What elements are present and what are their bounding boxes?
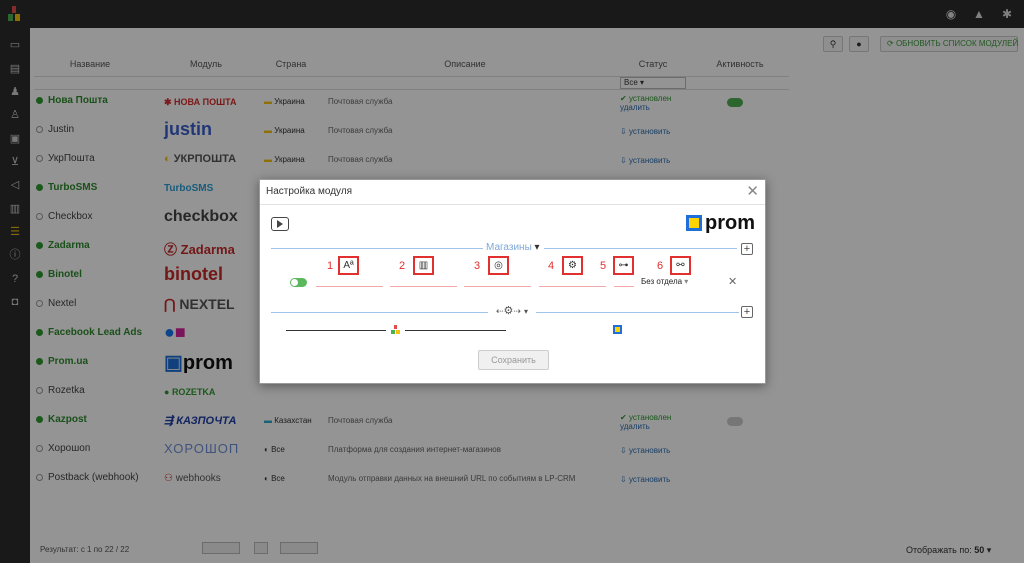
bank-field-icon[interactable]: ▥ bbox=[413, 256, 434, 275]
marker-number: 3 bbox=[474, 260, 481, 272]
arrow-right-icon: ⇢ bbox=[513, 306, 521, 316]
api-key-input[interactable] bbox=[614, 286, 634, 287]
section-divider bbox=[536, 312, 739, 313]
department-select[interactable]: Без отдела ▾ bbox=[641, 277, 688, 286]
prom-brand-text: prom bbox=[705, 212, 755, 234]
save-button[interactable]: Сохранить bbox=[478, 350, 549, 370]
gear-icon: ⚙ bbox=[503, 305, 514, 317]
shops-section-toggle[interactable]: Магазины ▾ bbox=[486, 242, 540, 253]
section-divider bbox=[544, 248, 737, 249]
prom-square-icon bbox=[686, 215, 702, 231]
site-url-input[interactable] bbox=[464, 286, 531, 287]
marker-number: 4 bbox=[548, 260, 555, 272]
marker-number: 2 bbox=[399, 260, 406, 272]
marker-number: 1 bbox=[327, 260, 334, 272]
sync-settings-field-icon[interactable]: ⚙ bbox=[562, 256, 583, 275]
remove-shop-icon[interactable]: ✕ bbox=[728, 275, 737, 288]
module-settings-modal: Настройка модуля ✕ prom Магазины ▾ + 1 A… bbox=[259, 179, 766, 384]
mapping-left-line bbox=[286, 330, 386, 331]
shops-section-label: Магазины bbox=[486, 242, 532, 253]
shop-name-field-icon[interactable]: Aª bbox=[338, 256, 359, 275]
chevron-down-icon: ▾ bbox=[524, 307, 529, 316]
add-mapping-button[interactable]: + bbox=[741, 306, 753, 318]
api-key-field-icon[interactable]: ⊶ bbox=[613, 256, 634, 275]
bank-input[interactable] bbox=[390, 286, 457, 287]
marker-number: 6 bbox=[657, 260, 664, 272]
section-divider bbox=[271, 312, 488, 313]
shop-name-input[interactable] bbox=[316, 286, 383, 287]
chevron-down-icon: ▾ bbox=[534, 242, 540, 253]
sync-settings-input[interactable] bbox=[539, 286, 606, 287]
mapping-right-line bbox=[405, 330, 506, 331]
close-icon[interactable]: ✕ bbox=[746, 182, 759, 200]
site-url-field-icon[interactable]: ◎ bbox=[488, 256, 509, 275]
sync-direction-toggle[interactable]: ⇠⚙⇢ ▾ bbox=[496, 304, 528, 317]
lp-crm-logo-icon bbox=[391, 325, 400, 334]
modal-title: Настройка модуля bbox=[266, 186, 353, 197]
marker-number: 5 bbox=[600, 260, 607, 272]
shop-active-toggle[interactable] bbox=[290, 278, 307, 287]
modal-divider bbox=[260, 204, 765, 205]
add-shop-button[interactable]: + bbox=[741, 243, 753, 255]
prom-mini-logo-icon bbox=[613, 325, 622, 334]
department-field-icon[interactable]: ⚯ bbox=[670, 256, 691, 275]
video-play-icon[interactable] bbox=[271, 217, 289, 231]
chevron-down-icon: ▾ bbox=[684, 277, 689, 286]
prom-logo: prom bbox=[686, 213, 755, 233]
department-value: Без отдела bbox=[641, 277, 683, 286]
arrow-left-icon: ⇠ bbox=[496, 306, 504, 316]
section-divider bbox=[271, 248, 483, 249]
